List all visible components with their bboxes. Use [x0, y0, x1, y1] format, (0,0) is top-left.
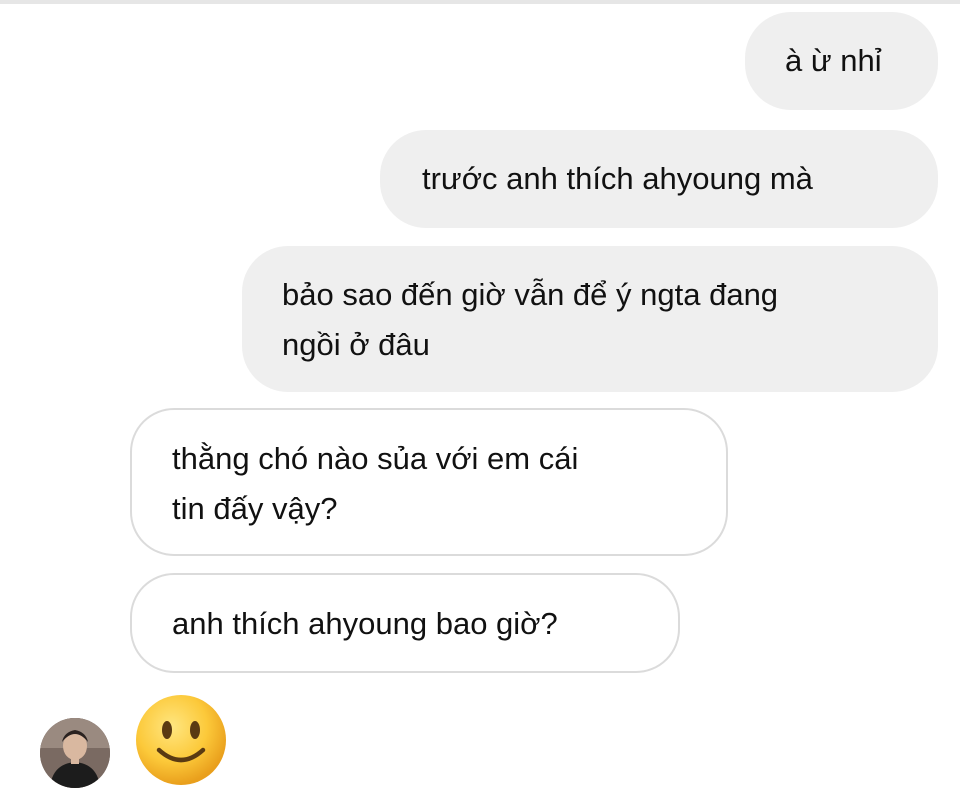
contact-avatar[interactable]: [40, 718, 110, 788]
sent-message-bubble[interactable]: bảo sao đến giờ vẫn để ý ngta đang ngồi …: [242, 246, 938, 392]
sent-message-bubble[interactable]: à ừ nhỉ: [745, 12, 938, 110]
received-message-bubble[interactable]: anh thích ahyoung bao giờ?: [130, 573, 680, 673]
message-thread: à ừ nhỉ trước anh thích ahyoung mà bảo s…: [0, 0, 960, 800]
sent-message-bubble[interactable]: trước anh thích ahyoung mà: [380, 130, 938, 228]
received-message-bubble[interactable]: thằng chó nào sủa với em cái tin đấy vậy…: [130, 408, 728, 556]
slightly-smiling-face-icon[interactable]: [133, 692, 229, 788]
avatar-photo: [40, 718, 110, 788]
